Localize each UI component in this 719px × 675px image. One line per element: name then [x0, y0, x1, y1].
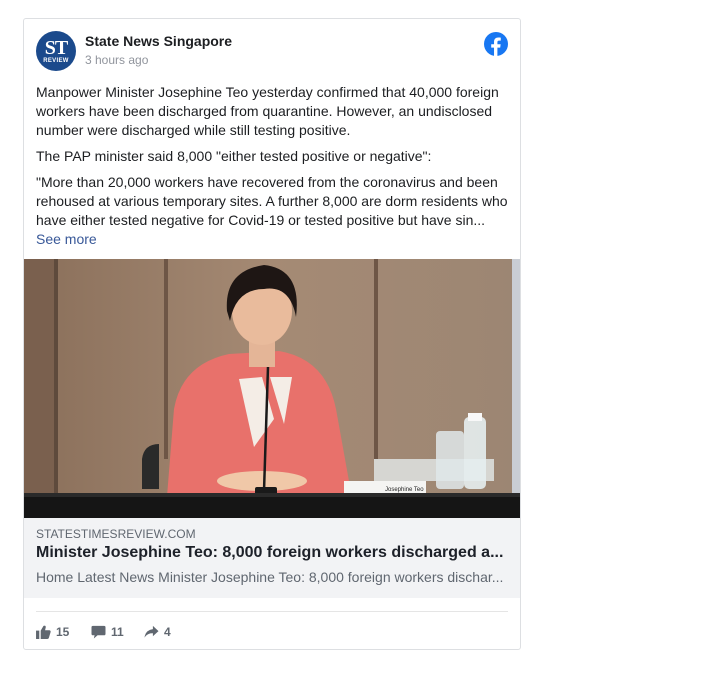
post-paragraph: Manpower Minister Josephine Teo yesterda… — [36, 84, 499, 138]
share-count: 4 — [164, 625, 171, 639]
comment-count: 11 — [111, 625, 124, 639]
comment-button[interactable]: 11 — [91, 622, 124, 642]
page-name[interactable]: State News Singapore — [85, 33, 232, 49]
like-button[interactable]: 15 — [36, 622, 69, 642]
see-more-link[interactable]: See more — [36, 231, 97, 247]
link-preview[interactable]: STATESTIMESREVIEW.COM Minister Josephine… — [24, 518, 520, 598]
link-title[interactable]: Minister Josephine Teo: 8,000 foreign wo… — [36, 544, 512, 562]
avatar-logo-subtext: REVIEW — [43, 58, 69, 64]
page-avatar[interactable]: ST REVIEW — [36, 31, 76, 71]
facebook-post-card: ST REVIEW State News Singapore 3 hours a… — [23, 18, 521, 650]
share-button[interactable]: 4 — [144, 622, 171, 642]
facebook-icon[interactable] — [484, 32, 508, 56]
like-count: 15 — [56, 625, 70, 639]
post-header: ST REVIEW State News Singapore 3 hours a… — [36, 31, 508, 71]
link-domain: STATESTIMESREVIEW.COM — [36, 527, 196, 541]
minister-photo: Josephine Teo — [24, 259, 520, 518]
post-timestamp[interactable]: 3 hours ago — [85, 53, 148, 67]
like-icon — [36, 625, 51, 639]
post-paragraph: The PAP minister said 8,000 "either test… — [36, 148, 432, 164]
post-image[interactable]: Josephine Teo — [24, 259, 520, 518]
share-icon — [144, 625, 159, 638]
actions-divider — [36, 611, 508, 612]
nameplate-text: Josephine Teo — [385, 487, 424, 493]
comment-icon — [91, 625, 106, 639]
link-description: Home Latest News Minister Josephine Teo:… — [36, 569, 504, 585]
avatar-logo-text: ST — [44, 37, 68, 59]
post-paragraph: "More than 20,000 workers have recovered… — [36, 173, 512, 249]
post-message: Manpower Minister Josephine Teo yesterda… — [36, 83, 512, 256]
post-paragraph-text: "More than 20,000 workers have recovered… — [36, 174, 508, 228]
